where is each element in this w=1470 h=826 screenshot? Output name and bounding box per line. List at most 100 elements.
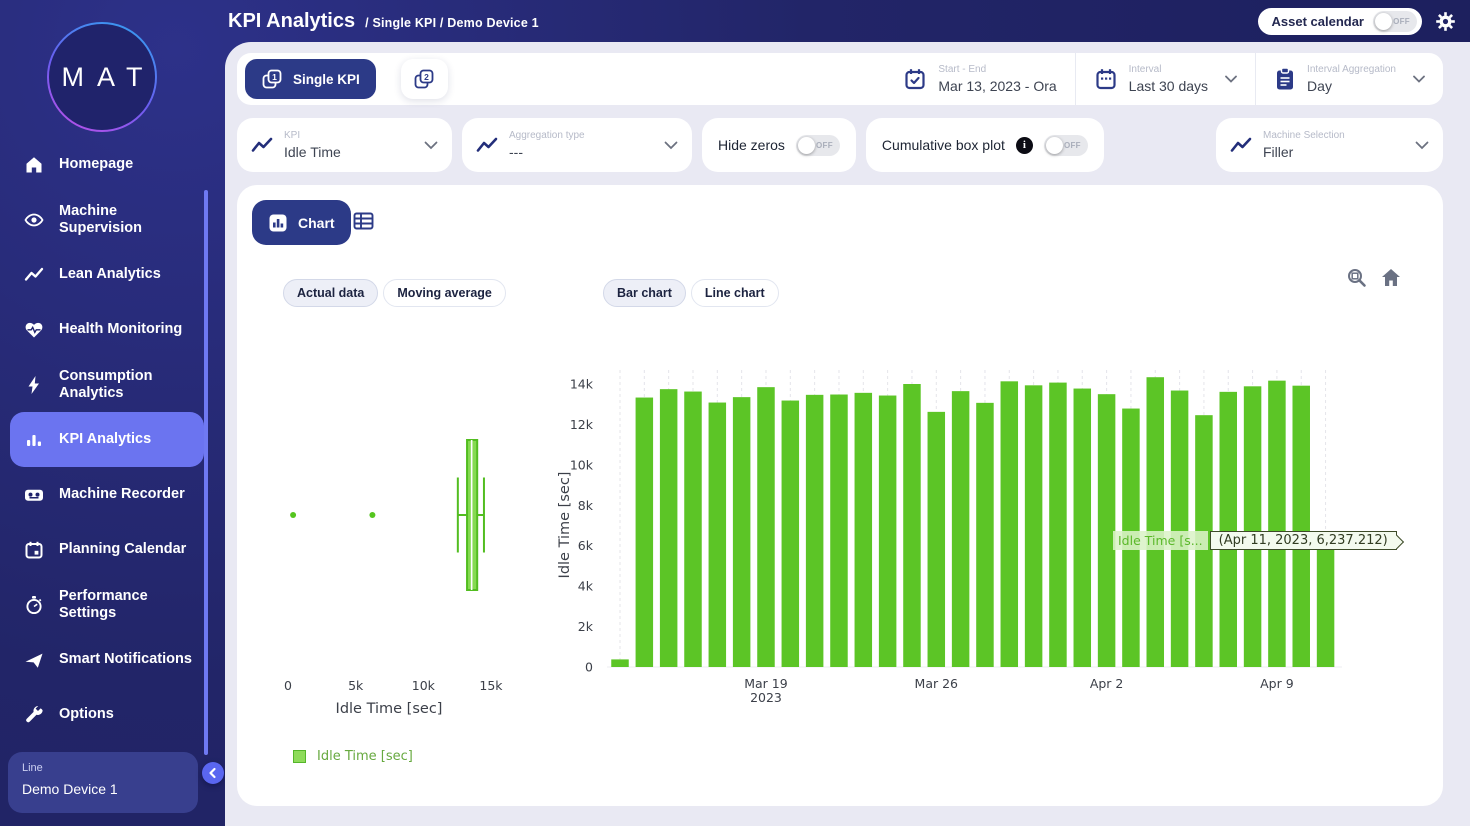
bar[interactable] — [660, 389, 678, 667]
sidebar-item-label: Consumption Analytics — [59, 368, 193, 402]
top-header: KPI Analytics / Single KPI / Demo Device… — [225, 0, 1470, 42]
svg-text:15k: 15k — [479, 678, 503, 693]
calendar-icon — [24, 540, 44, 560]
svg-text:Mar 26: Mar 26 — [915, 676, 959, 691]
svg-text:2: 2 — [424, 72, 429, 82]
filter-row: KPI Idle Time Aggregation type --- Hide … — [237, 118, 1443, 172]
gear-icon[interactable] — [1435, 11, 1456, 32]
sidebar-item-performance-settings[interactable]: Performance Settings — [10, 577, 204, 632]
bar[interactable] — [830, 395, 848, 667]
sidebar-item-consumption-analytics[interactable]: Consumption Analytics — [10, 357, 204, 412]
sidebar-item-machine-recorder[interactable]: Machine Recorder — [10, 467, 204, 522]
single-kpi-button[interactable]: 1 Single KPI — [245, 59, 376, 99]
interval-control[interactable]: Interval Last 30 days — [1075, 53, 1255, 105]
bar[interactable] — [757, 387, 775, 667]
hide-zeros-control: Hide zeros OFF — [702, 118, 856, 172]
bar[interactable] — [1317, 541, 1335, 667]
sidebar-scrollbar[interactable] — [204, 190, 208, 755]
sidebar-item-label: KPI Analytics — [59, 431, 193, 448]
sidebar-item-machine-supervision[interactable]: Machine Supervision — [10, 192, 204, 247]
outlier-point[interactable] — [290, 512, 296, 518]
bar[interactable] — [1074, 389, 1092, 667]
cumulative-box-plot-toggle[interactable]: OFF — [1044, 135, 1088, 156]
bar[interactable] — [782, 401, 800, 667]
aggregation-type-select[interactable]: Aggregation type --- — [462, 118, 692, 172]
bar[interactable] — [1292, 386, 1310, 667]
tab-actual-data[interactable]: Actual data — [283, 279, 378, 307]
toggle-knob — [798, 137, 815, 154]
chart-view-button[interactable]: Chart — [252, 200, 351, 245]
svg-text:6k: 6k — [578, 538, 594, 553]
interval-aggregation-control[interactable]: Interval Aggregation Day — [1255, 53, 1443, 105]
bar[interactable] — [879, 396, 897, 667]
table-view-button[interactable] — [353, 211, 374, 234]
kpi-select[interactable]: KPI Idle Time — [237, 118, 452, 172]
sidebar-collapse-button[interactable] — [202, 762, 224, 784]
bar[interactable] — [1147, 377, 1165, 667]
bar[interactable] — [928, 412, 946, 667]
trend-icon — [476, 136, 498, 154]
sidebar-item-label: Smart Notifications — [59, 651, 193, 668]
sidebar-item-label: Machine Recorder — [59, 486, 193, 503]
info-icon[interactable]: i — [1016, 137, 1033, 154]
hide-zeros-toggle[interactable]: OFF — [796, 135, 840, 156]
logo-text: MAT — [62, 62, 156, 93]
svg-text:14k: 14k — [570, 377, 594, 392]
bar[interactable] — [1244, 386, 1262, 667]
start-end-value: Mar 13, 2023 - Ora — [938, 78, 1056, 94]
bar[interactable] — [733, 397, 751, 667]
bar[interactable] — [1171, 391, 1189, 667]
home-reset-icon[interactable] — [1381, 268, 1401, 287]
bar[interactable] — [806, 395, 824, 667]
zoom-icon[interactable] — [1347, 268, 1367, 288]
bar[interactable] — [1025, 385, 1043, 667]
start-end-control[interactable]: Start - End Mar 13, 2023 - Ora — [885, 53, 1074, 105]
bar[interactable] — [684, 392, 702, 667]
tab-moving-average[interactable]: Moving average — [383, 279, 505, 307]
machine-selection-select[interactable]: Machine Selection Filler — [1216, 118, 1443, 172]
bar[interactable] — [636, 398, 654, 667]
svg-text:Idle Time [sec]: Idle Time [sec] — [557, 472, 573, 579]
sidebar-nav: HomepageMachine Supervision Lean Analytic… — [0, 137, 225, 742]
bar[interactable] — [1220, 392, 1238, 667]
chart-panel: Chart Actual dataMoving average Bar char… — [237, 185, 1443, 806]
bar[interactable] — [855, 393, 873, 667]
sidebar-item-smart-notifications[interactable]: Smart Notifications — [10, 632, 204, 687]
machine-selection-label: Machine Selection — [1263, 130, 1345, 141]
home-icon — [24, 155, 44, 175]
sidebar-item-homepage[interactable]: Homepage — [10, 137, 204, 192]
sidebar-item-options[interactable]: Options — [10, 687, 204, 742]
svg-text:0: 0 — [585, 660, 593, 675]
sidebar-item-label: Lean Analytics — [59, 266, 193, 283]
chart-tooltip: Idle Time [s... (Apr 11, 2023, 6,237.212… — [1113, 531, 1397, 550]
bar[interactable] — [1268, 381, 1286, 667]
asset-calendar-pill[interactable]: Asset calendar OFF — [1258, 8, 1423, 35]
multi-kpi-button[interactable]: 2 — [401, 59, 448, 99]
sidebar-item-kpi-analytics[interactable]: KPI Analytics — [10, 412, 204, 467]
bar[interactable] — [1049, 383, 1067, 667]
sidebar-item-planning-calendar[interactable]: Planning Calendar — [10, 522, 204, 577]
bar[interactable] — [1001, 381, 1019, 667]
bar[interactable] — [952, 391, 970, 667]
tab-line-chart[interactable]: Line chart — [691, 279, 779, 307]
type-tabs: Bar chartLine chart — [603, 279, 779, 307]
bar[interactable] — [709, 403, 727, 667]
bars-icon — [24, 430, 44, 450]
bar[interactable] — [903, 384, 921, 667]
asset-calendar-label: Asset calendar — [1272, 14, 1365, 29]
asset-calendar-toggle[interactable]: OFF — [1373, 11, 1417, 32]
bar[interactable] — [611, 659, 629, 667]
kpi-label: KPI — [284, 130, 341, 141]
tab-bar-chart[interactable]: Bar chart — [603, 279, 686, 307]
toggle-state: OFF — [816, 141, 833, 150]
single-kpi-icon: 1 — [261, 68, 283, 90]
bar[interactable] — [976, 403, 994, 667]
boxplot-chart[interactable]: 05k10k15kIdle Time [sec] — [255, 353, 585, 743]
eye-icon — [24, 210, 44, 230]
chevron-down-icon — [1415, 141, 1429, 150]
page-title: KPI Analytics — [228, 10, 355, 33]
outlier-point[interactable] — [369, 512, 375, 518]
chart-legend[interactable]: Idle Time [sec] — [293, 749, 413, 764]
sidebar-item-health-monitoring[interactable]: Health Monitoring — [10, 302, 204, 357]
sidebar-item-lean-analytics[interactable]: Lean Analytics — [10, 247, 204, 302]
